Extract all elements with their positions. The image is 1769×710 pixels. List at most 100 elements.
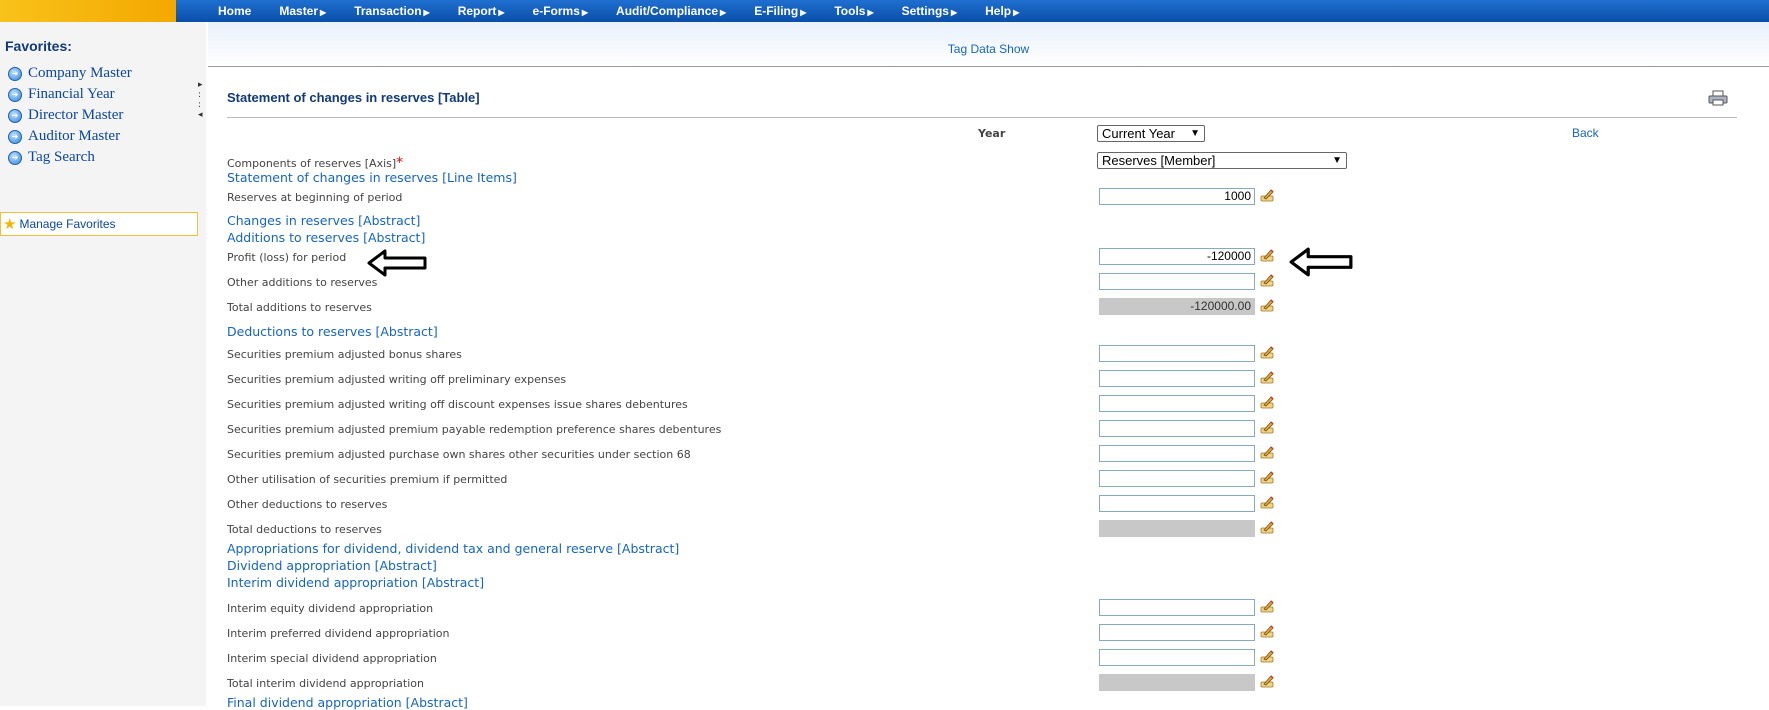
edit-pencil-icon[interactable] bbox=[1259, 369, 1275, 385]
axis-select-value: Reserves [Member] bbox=[1102, 153, 1216, 168]
field-label: Other deductions to reserves bbox=[227, 498, 388, 511]
axis-select[interactable]: Reserves [Member] ▼ bbox=[1097, 152, 1347, 169]
field-label: Total interim dividend appropriation bbox=[227, 677, 424, 690]
arrow-circle-icon: ➜ bbox=[8, 87, 22, 102]
year-select[interactable]: Current Year ▼ bbox=[1097, 125, 1205, 142]
favorite-label: Director Master bbox=[28, 107, 124, 123]
menu-label: Settings bbox=[901, 4, 949, 18]
favorite-auditor-master[interactable]: ➜ Auditor Master bbox=[8, 128, 120, 145]
menu-tools[interactable]: Tools ▶ bbox=[834, 4, 873, 18]
menu-transaction[interactable]: Transaction ▶ bbox=[354, 4, 430, 18]
value-input[interactable] bbox=[1099, 273, 1255, 290]
abstract-heading: Additions to reserves [Abstract] bbox=[227, 230, 426, 245]
value-input[interactable] bbox=[1099, 624, 1255, 641]
favorite-tag-search[interactable]: ➜ Tag Search bbox=[8, 149, 95, 166]
field-label: Securities premium adjusted writing off … bbox=[227, 373, 567, 386]
menu-help[interactable]: Help ▶ bbox=[985, 4, 1019, 18]
top-menu-bar: Home Master ▶ Transaction ▶ Report ▶ e-Form… bbox=[0, 0, 1769, 22]
menu-label: Tools bbox=[834, 4, 866, 18]
favorite-label: Financial Year bbox=[28, 86, 115, 102]
left-arrow-icon bbox=[367, 249, 427, 277]
submenu-arrow-icon: ▶ bbox=[581, 8, 589, 17]
abstract-heading: Dividend appropriation [Abstract] bbox=[227, 558, 437, 573]
chevron-down-icon: ▼ bbox=[1190, 128, 1200, 139]
manage-favorites-label: Manage Favorites bbox=[19, 217, 116, 231]
edit-pencil-icon[interactable] bbox=[1259, 419, 1275, 435]
abstract-heading: Deductions to reserves [Abstract] bbox=[227, 324, 438, 339]
favorite-financial-year[interactable]: ➜ Financial Year bbox=[8, 86, 115, 103]
menu-efiling[interactable]: E-Filing ▶ bbox=[754, 4, 806, 18]
menu-report[interactable]: Report ▶ bbox=[458, 4, 505, 18]
field-label: Other additions to reserves bbox=[227, 276, 378, 289]
value-input[interactable] bbox=[1099, 370, 1255, 387]
value-input[interactable] bbox=[1099, 599, 1255, 616]
edit-pencil-icon[interactable] bbox=[1259, 272, 1275, 288]
edit-pencil-icon[interactable] bbox=[1259, 494, 1275, 510]
field-label: Other utilisation of securities premium … bbox=[227, 473, 508, 486]
edit-pencil-icon[interactable] bbox=[1259, 297, 1275, 313]
favorite-label: Tag Search bbox=[28, 149, 95, 165]
menu-label: Audit/Compliance bbox=[616, 4, 719, 18]
edit-pencil-icon[interactable] bbox=[1259, 187, 1275, 203]
value-input[interactable] bbox=[1099, 420, 1255, 437]
value-input[interactable] bbox=[1099, 345, 1255, 362]
submenu-arrow-icon: ▶ bbox=[720, 8, 727, 17]
back-link[interactable]: Back bbox=[1572, 126, 1599, 140]
menu-eforms[interactable]: e-Forms ▶ bbox=[533, 4, 589, 18]
field-label: Interim preferred dividend appropriation bbox=[227, 627, 450, 640]
edit-pencil-icon[interactable] bbox=[1259, 469, 1275, 485]
menu-audit-compliance[interactable]: Audit/Compliance ▶ bbox=[616, 4, 726, 18]
arrow-circle-icon: ➜ bbox=[8, 108, 22, 123]
value-input[interactable] bbox=[1099, 470, 1255, 487]
favorites-sidebar: Favorites: ➜ Company Master ➜ Financial Ye… bbox=[0, 22, 206, 706]
menu-label: Master bbox=[279, 4, 319, 18]
arrow-circle-icon: ➜ bbox=[8, 129, 22, 144]
logo-area bbox=[0, 0, 176, 22]
value-input[interactable]: 1000 bbox=[1099, 188, 1255, 205]
menu-label: Report bbox=[457, 4, 497, 18]
submenu-arrow-icon: ▶ bbox=[950, 8, 958, 17]
field-label: Securities premium adjusted bonus shares bbox=[227, 348, 462, 361]
favorite-director-master[interactable]: ➜ Director Master bbox=[8, 107, 123, 124]
value-input[interactable] bbox=[1099, 445, 1255, 462]
edit-pencil-icon[interactable] bbox=[1259, 623, 1275, 639]
menu-settings[interactable]: Settings ▶ bbox=[902, 4, 958, 18]
sidebar-splitter-handle[interactable]: ▸:: ◂ bbox=[198, 80, 203, 120]
value-input[interactable]: -120000 bbox=[1099, 248, 1255, 265]
abstract-heading: Final dividend appropriation [Abstract] bbox=[227, 695, 468, 710]
abstract-heading: Changes in reserves [Abstract] bbox=[227, 213, 421, 228]
favorite-company-master[interactable]: ➜ Company Master bbox=[8, 65, 132, 82]
menu-home[interactable]: Home bbox=[218, 4, 251, 18]
tag-data-show-link[interactable]: Tag Data Show bbox=[208, 42, 1769, 56]
edit-pencil-icon[interactable] bbox=[1259, 394, 1275, 410]
value-input[interactable] bbox=[1099, 495, 1255, 512]
menu-label: E-Filing bbox=[754, 4, 799, 18]
printer-icon[interactable] bbox=[1708, 90, 1728, 106]
edit-pencil-icon[interactable] bbox=[1259, 598, 1275, 614]
abstract-heading: Interim dividend appropriation [Abstract… bbox=[227, 575, 485, 590]
edit-pencil-icon[interactable] bbox=[1259, 673, 1275, 689]
value-input[interactable] bbox=[1099, 395, 1255, 412]
year-select-value: Current Year bbox=[1102, 126, 1175, 141]
edit-pencil-icon[interactable] bbox=[1259, 519, 1275, 535]
edit-pencil-icon[interactable] bbox=[1259, 444, 1275, 460]
submenu-arrow-icon: ▶ bbox=[867, 8, 874, 17]
field-label: Securities premium adjusted purchase own… bbox=[227, 448, 691, 461]
value-input[interactable] bbox=[1099, 649, 1255, 666]
menu-master[interactable]: Master ▶ bbox=[279, 4, 326, 18]
back-label: Back bbox=[1572, 126, 1599, 140]
axis-label-row: Components of reserves [Axis]* bbox=[227, 155, 403, 171]
divider bbox=[227, 117, 1737, 118]
edit-pencil-icon[interactable] bbox=[1259, 247, 1275, 263]
menu-label: Transaction bbox=[354, 4, 422, 18]
submenu-arrow-icon: ▶ bbox=[1013, 8, 1020, 17]
arrow-circle-icon: ➜ bbox=[8, 150, 22, 165]
favorite-label: Auditor Master bbox=[28, 128, 121, 144]
edit-pencil-icon[interactable] bbox=[1259, 344, 1275, 360]
edit-pencil-icon[interactable] bbox=[1259, 648, 1275, 664]
menu-label: e-Forms bbox=[532, 4, 580, 18]
arrow-circle-icon: ➜ bbox=[8, 66, 22, 81]
manage-favorites-button[interactable]: ★ Manage Favorites bbox=[0, 212, 198, 236]
left-arrow-icon bbox=[1289, 247, 1353, 277]
field-label: Securities premium adjusted writing off … bbox=[227, 398, 688, 411]
